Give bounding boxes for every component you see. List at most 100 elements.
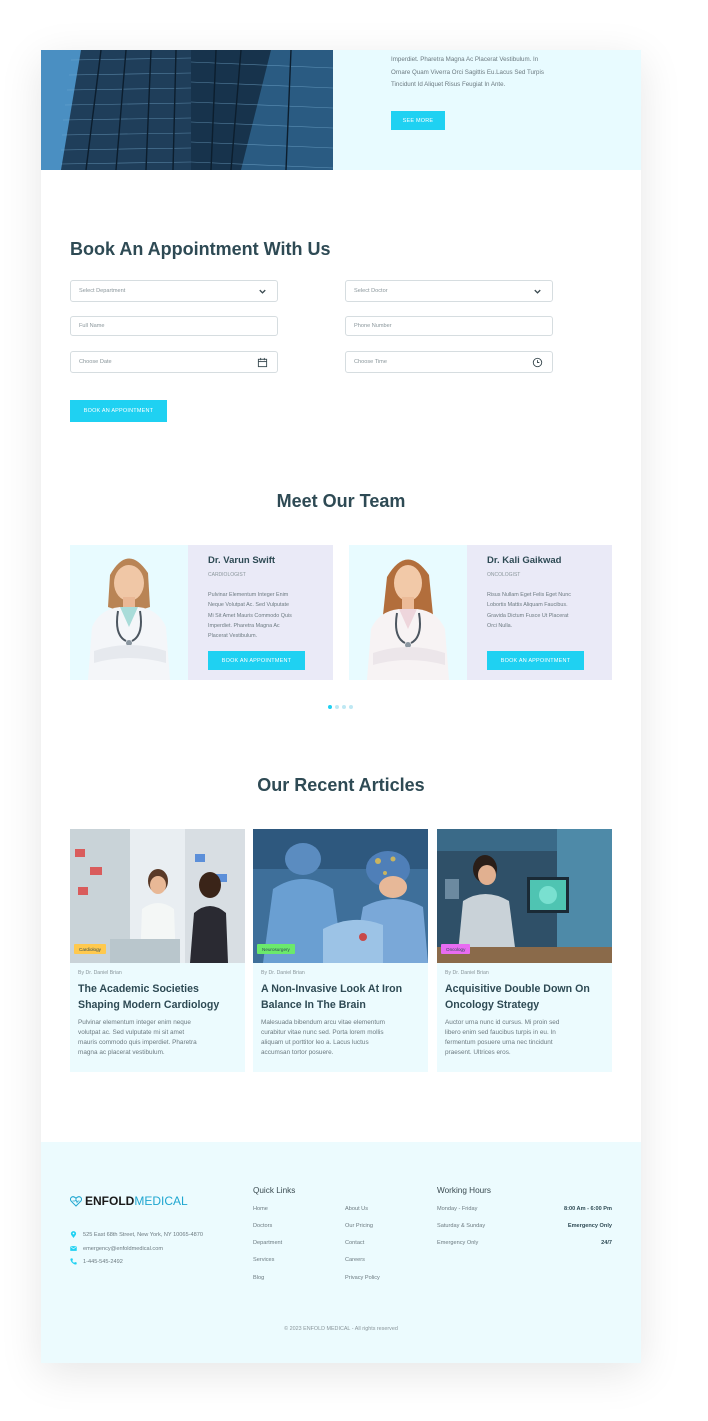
footer-link-services[interactable]: Services <box>253 1257 274 1263</box>
hero-section: Imperdiet. Pharetra Magna Ac Placerat Ve… <box>41 50 641 170</box>
doctor-desc-line: Pulvinar Elementum Integer Enim <box>208 592 289 598</box>
article-excerpt-line: libero enim sed faucibus turpis in eu. I… <box>445 1029 556 1036</box>
doctor-desc-line: Risus Nullam Eget Felis Eget Nunc <box>487 592 571 598</box>
article-author: By Dr. Daniel Brian <box>445 970 489 976</box>
footer-link-careers[interactable]: Careers <box>345 1257 365 1263</box>
address-text: 525 East 68th Street, New York, NY 10065… <box>83 1231 203 1238</box>
doctor-select-placeholder: Select Doctor <box>354 288 388 294</box>
doctor-desc-line: Neque Volutpat Ac. Sed Vulputate <box>208 602 290 609</box>
heart-icon <box>70 1195 82 1207</box>
footer-link-privacy-policy[interactable]: Privacy Policy <box>345 1275 380 1281</box>
footer: ENFOLDMEDICAL 525 East 68th Street, New … <box>41 1142 641 1363</box>
date-field[interactable]: Choose Date <box>70 351 278 373</box>
article-excerpt-line: Pulvinar elementum integer enim neque <box>78 1019 191 1026</box>
doctor-name: Dr. Kali Gaikwad <box>487 555 562 566</box>
doctor-desc-line: Imperdiet. Pharetra Magna Ac <box>208 622 280 629</box>
hours-time: Emergency Only <box>567 1223 612 1229</box>
article-title-line: Oncology Strategy <box>445 998 540 1011</box>
logo-bold-text: ENFOLD <box>85 1194 135 1208</box>
department-select[interactable]: Select Department <box>70 280 278 302</box>
hours-day: Monday - Friday <box>437 1206 478 1212</box>
doctor-role: CARDIOLOGIST <box>208 572 246 578</box>
hours-time: 24/7 <box>601 1240 612 1246</box>
chevron-down-icon <box>534 289 541 294</box>
logo[interactable]: ENFOLDMEDICAL <box>70 1194 188 1208</box>
calendar-icon[interactable] <box>257 357 268 368</box>
phone-row: 1-445-545-2492 <box>70 1258 123 1265</box>
chevron-down-icon <box>259 289 266 294</box>
time-placeholder: Choose Time <box>354 359 387 365</box>
footer-link-our-pricing[interactable]: Our Pricing <box>345 1223 373 1229</box>
article-excerpt: Pulvinar elementum integer enim neque vo… <box>78 1018 240 1058</box>
articles-title: Our Recent Articles <box>257 775 425 795</box>
hours-day: Saturday & Sunday <box>437 1223 486 1229</box>
email-link[interactable]: emergency@enfoldmedical.com <box>83 1246 163 1252</box>
footer-link-department[interactable]: Department <box>253 1240 282 1246</box>
address-row: 525 East 68th Street, New York, NY 10065… <box>70 1231 203 1238</box>
article-tag[interactable]: Cardiology <box>74 944 106 954</box>
footer-link-home[interactable]: Home <box>253 1206 268 1212</box>
logo-light-text: MEDICAL <box>134 1194 188 1208</box>
appointment-title: Book An Appointment With Us <box>70 239 331 259</box>
article-card[interactable]: Oncology By Dr. Daniel Brian Acquisitive… <box>437 829 612 1072</box>
article-author: By Dr. Daniel Brian <box>261 970 305 976</box>
doctor-description: Pulvinar Elementum Integer Enim Neque Vo… <box>208 590 318 641</box>
phone-icon <box>70 1258 77 1265</box>
carousel-dot[interactable] <box>335 705 339 709</box>
team-card: Dr. Varun Swift CARDIOLOGIST Pulvinar El… <box>70 545 333 680</box>
date-placeholder: Choose Date <box>79 359 112 365</box>
doctor-desc-line: Gravida Dictum Fusce Ut Placerat <box>487 612 569 619</box>
hero-text-line: Tincidunt Id Aliquet Risus Feugiat In An… <box>391 81 506 88</box>
article-title[interactable]: Acquisitive Double Down On Oncology Stra… <box>445 982 607 1013</box>
department-select-placeholder: Select Department <box>79 288 126 294</box>
doctor-photo <box>70 545 188 680</box>
book-appointment-button[interactable]: BOOK AN APPOINTMENT <box>70 400 167 422</box>
doctor-description: Risus Nullam Eget Felis Eget Nunc Lobort… <box>487 590 597 631</box>
article-card[interactable]: Neurosurgery By Dr. Daniel Brian A Non-I… <box>253 829 428 1072</box>
article-image <box>253 829 428 963</box>
quick-links-heading: Quick Links <box>253 1186 296 1195</box>
carousel-dot[interactable] <box>342 705 346 709</box>
article-excerpt-line: Auctor urna nunc id cursus. Mi proin sed <box>445 1019 560 1026</box>
article-title-line: Acquisitive Double Down On <box>445 983 590 995</box>
clock-icon[interactable] <box>532 357 543 368</box>
time-field[interactable]: Choose Time <box>345 351 553 373</box>
phone-number-field[interactable]: Phone Number <box>345 316 553 336</box>
page: Imperdiet. Pharetra Magna Ac Placerat Ve… <box>41 50 641 1363</box>
article-excerpt-line: volutpat ac. Sed vulputate mi sit amet <box>78 1029 185 1036</box>
envelope-icon <box>70 1246 77 1251</box>
article-tag[interactable]: Oncology <box>441 944 471 954</box>
carousel-dots <box>328 705 353 709</box>
copyright: © 2023 ENFOLD MEDICAL - All rights reser… <box>284 1326 398 1332</box>
article-card[interactable]: Cardiology By Dr. Daniel Brian The Acade… <box>70 829 245 1072</box>
team-info: Dr. Varun Swift CARDIOLOGIST Pulvinar El… <box>208 555 318 641</box>
article-title[interactable]: The Academic Societies Shaping Modern Ca… <box>78 982 240 1013</box>
article-excerpt-line: Malesuada bibendum arcu vitae elementum <box>261 1019 385 1026</box>
article-image <box>437 829 612 963</box>
team-card: Dr. Kali Gaikwad ONCOLOGIST Risus Nullam… <box>349 545 612 680</box>
article-title-line: Balance In The Brain <box>261 998 366 1011</box>
doctor-photo <box>349 545 467 680</box>
carousel-dot[interactable] <box>349 705 353 709</box>
article-title-line: The Academic Societies <box>78 983 199 995</box>
footer-link-doctors[interactable]: Doctors <box>253 1223 272 1229</box>
doctor-desc-line: Placerat Vestibulum. <box>208 633 258 640</box>
article-title[interactable]: A Non-Invasive Look At Iron Balance In T… <box>261 982 423 1013</box>
doctor-select[interactable]: Select Doctor <box>345 280 553 302</box>
hours-time: 8:00 Am - 6:00 Pm <box>564 1206 612 1212</box>
footer-link-about-us[interactable]: About Us <box>345 1206 368 1212</box>
book-appointment-button[interactable]: BOOK AN APPOINTMENT <box>208 651 305 670</box>
article-image <box>70 829 245 963</box>
article-tag[interactable]: Neurosurgery <box>257 944 295 954</box>
footer-link-contact[interactable]: Contact <box>345 1240 364 1246</box>
team-info: Dr. Kali Gaikwad ONCOLOGIST Risus Nullam… <box>487 555 597 631</box>
article-excerpt-line: fermentum posuere urna nec tincidunt <box>445 1039 553 1046</box>
article-excerpt-line: aliquam ut porttitor leo a. Lacus luctus <box>261 1039 369 1046</box>
footer-link-blog[interactable]: Blog <box>253 1275 264 1281</box>
article-excerpt-line: curabitur vitae nunc sed. Porta lorem mo… <box>261 1029 384 1036</box>
phone-link[interactable]: 1-445-545-2492 <box>83 1259 123 1265</box>
book-appointment-button[interactable]: BOOK AN APPOINTMENT <box>487 651 584 670</box>
carousel-dot[interactable] <box>328 705 332 709</box>
see-more-button[interactable]: SEE MORE <box>391 111 445 130</box>
full-name-field[interactable]: Full Name <box>70 316 278 336</box>
